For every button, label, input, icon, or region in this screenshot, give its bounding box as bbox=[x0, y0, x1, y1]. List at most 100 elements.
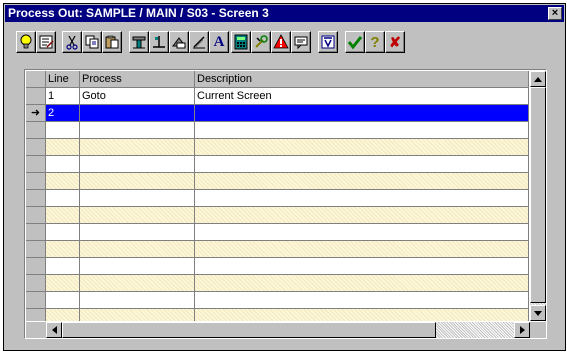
row-indicator[interactable] bbox=[26, 122, 46, 138]
layout-button[interactable] bbox=[149, 31, 169, 53]
cell-process[interactable] bbox=[80, 292, 195, 308]
cell-process[interactable] bbox=[80, 156, 195, 172]
row-indicator[interactable] bbox=[26, 190, 46, 206]
cell-description[interactable] bbox=[195, 207, 529, 223]
row-indicator[interactable] bbox=[26, 275, 46, 291]
cell-description[interactable] bbox=[195, 309, 529, 321]
table-row[interactable] bbox=[26, 122, 529, 139]
comment-button[interactable] bbox=[291, 31, 311, 53]
cell-description[interactable] bbox=[195, 292, 529, 308]
table-row[interactable]: ➜ 2 bbox=[26, 105, 529, 122]
row-indicator[interactable]: ➜ bbox=[26, 105, 46, 121]
font-button[interactable]: A bbox=[209, 31, 229, 53]
column-header-description[interactable]: Description bbox=[195, 71, 529, 88]
cell-line[interactable] bbox=[46, 190, 80, 206]
horizontal-scrollbar[interactable] bbox=[46, 322, 530, 338]
warning-button[interactable] bbox=[271, 31, 291, 53]
row-indicator[interactable] bbox=[26, 292, 46, 308]
cancel-button[interactable]: ✘ bbox=[385, 31, 405, 53]
cell-description[interactable]: Current Screen bbox=[195, 88, 529, 104]
cell-line[interactable] bbox=[46, 224, 80, 240]
cell-process[interactable] bbox=[80, 224, 195, 240]
table-row[interactable]: 1 Goto Current Screen bbox=[26, 88, 529, 105]
scroll-left-button[interactable] bbox=[46, 322, 62, 338]
cell-line[interactable]: 1 bbox=[46, 88, 80, 104]
cell-description[interactable] bbox=[195, 156, 529, 172]
cell-description[interactable] bbox=[195, 190, 529, 206]
title-bar[interactable]: Process Out: SAMPLE / MAIN / S03 - Scree… bbox=[5, 5, 564, 22]
table-row[interactable] bbox=[26, 241, 529, 258]
table-row[interactable] bbox=[26, 173, 529, 190]
column-header-process[interactable]: Process bbox=[80, 71, 195, 88]
cell-line[interactable] bbox=[46, 156, 80, 172]
cell-description[interactable] bbox=[195, 105, 529, 121]
row-indicator[interactable] bbox=[26, 258, 46, 274]
cell-process[interactable] bbox=[80, 241, 195, 257]
table-row[interactable] bbox=[26, 190, 529, 207]
cell-line[interactable] bbox=[46, 258, 80, 274]
tool-button[interactable] bbox=[129, 31, 149, 53]
paste-button[interactable] bbox=[102, 31, 122, 53]
cell-process[interactable] bbox=[80, 122, 195, 138]
table-row[interactable] bbox=[26, 258, 529, 275]
row-indicator[interactable] bbox=[26, 224, 46, 240]
cell-description[interactable] bbox=[195, 173, 529, 189]
table-row[interactable] bbox=[26, 207, 529, 224]
calculator-button[interactable] bbox=[231, 31, 251, 53]
table-row[interactable] bbox=[26, 275, 529, 292]
cell-description[interactable] bbox=[195, 241, 529, 257]
cell-process[interactable] bbox=[80, 309, 195, 321]
row-indicator[interactable] bbox=[26, 88, 46, 104]
cell-process[interactable] bbox=[80, 190, 195, 206]
ok-button[interactable] bbox=[345, 31, 365, 53]
column-header-line[interactable]: Line bbox=[46, 71, 80, 88]
filter-button[interactable] bbox=[318, 31, 338, 53]
cell-line[interactable] bbox=[46, 309, 80, 321]
vertical-scrollbar[interactable] bbox=[530, 71, 546, 321]
properties-button[interactable] bbox=[36, 31, 56, 53]
cell-description[interactable] bbox=[195, 139, 529, 155]
row-indicator[interactable] bbox=[26, 156, 46, 172]
cell-process[interactable] bbox=[80, 207, 195, 223]
cell-process[interactable] bbox=[80, 105, 195, 121]
row-indicator[interactable] bbox=[26, 309, 46, 321]
cell-process[interactable] bbox=[80, 275, 195, 291]
cell-process[interactable]: Goto bbox=[80, 88, 195, 104]
cell-line[interactable] bbox=[46, 292, 80, 308]
vertical-scroll-thumb[interactable] bbox=[530, 87, 546, 303]
horizontal-scroll-thumb[interactable] bbox=[62, 322, 436, 338]
row-indicator[interactable] bbox=[26, 207, 46, 223]
process-grid[interactable]: Line Process Description 1 Goto Current Sc… bbox=[24, 69, 547, 339]
cell-line[interactable] bbox=[46, 241, 80, 257]
scroll-down-button[interactable] bbox=[530, 305, 546, 321]
scroll-up-button[interactable] bbox=[530, 71, 546, 87]
table-row[interactable] bbox=[26, 309, 529, 321]
cut-button[interactable] bbox=[62, 31, 82, 53]
row-indicator[interactable] bbox=[26, 241, 46, 257]
tip-button[interactable] bbox=[16, 31, 36, 53]
cell-line[interactable] bbox=[46, 139, 80, 155]
edit-button[interactable] bbox=[189, 31, 209, 53]
row-indicator[interactable] bbox=[26, 139, 46, 155]
cell-line[interactable] bbox=[46, 275, 80, 291]
copy-button[interactable] bbox=[82, 31, 102, 53]
help-button[interactable]: ? bbox=[365, 31, 385, 53]
cell-process[interactable] bbox=[80, 173, 195, 189]
cell-description[interactable] bbox=[195, 122, 529, 138]
table-row[interactable] bbox=[26, 139, 529, 156]
tools-button[interactable] bbox=[251, 31, 271, 53]
cell-line[interactable] bbox=[46, 207, 80, 223]
cell-description[interactable] bbox=[195, 258, 529, 274]
cell-process[interactable] bbox=[80, 258, 195, 274]
table-row[interactable] bbox=[26, 156, 529, 173]
row-indicator[interactable] bbox=[26, 173, 46, 189]
scroll-right-button[interactable] bbox=[514, 322, 530, 338]
table-row[interactable] bbox=[26, 224, 529, 241]
cell-line[interactable] bbox=[46, 173, 80, 189]
cell-line[interactable] bbox=[46, 122, 80, 138]
close-button[interactable]: × bbox=[548, 7, 562, 20]
cell-process[interactable] bbox=[80, 139, 195, 155]
move-button[interactable] bbox=[169, 31, 189, 53]
cell-description[interactable] bbox=[195, 224, 529, 240]
cell-line[interactable]: 2 bbox=[46, 105, 80, 121]
